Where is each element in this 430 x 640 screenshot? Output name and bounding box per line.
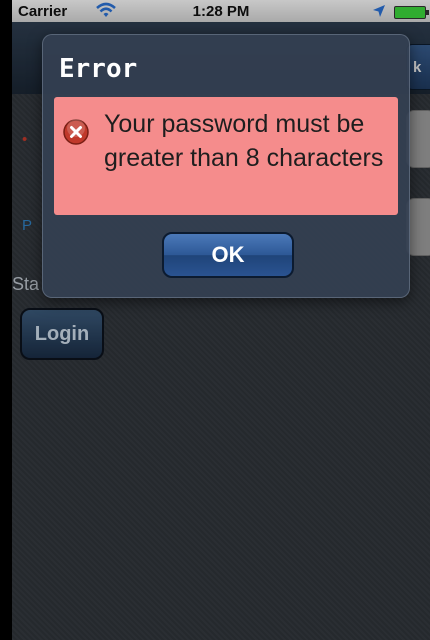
ok-button[interactable]: OK bbox=[162, 232, 294, 278]
error-alert-dialog: Error Your password must be greater than… bbox=[42, 34, 410, 298]
alert-message: Your password must be greater than 8 cha… bbox=[104, 110, 384, 172]
alert-message-box: Your password must be greater than 8 cha… bbox=[54, 97, 398, 215]
alert-title: Error bbox=[59, 54, 138, 84]
error-x-icon bbox=[63, 119, 89, 145]
modal-overlay: Error Your password must be greater than… bbox=[0, 0, 430, 640]
